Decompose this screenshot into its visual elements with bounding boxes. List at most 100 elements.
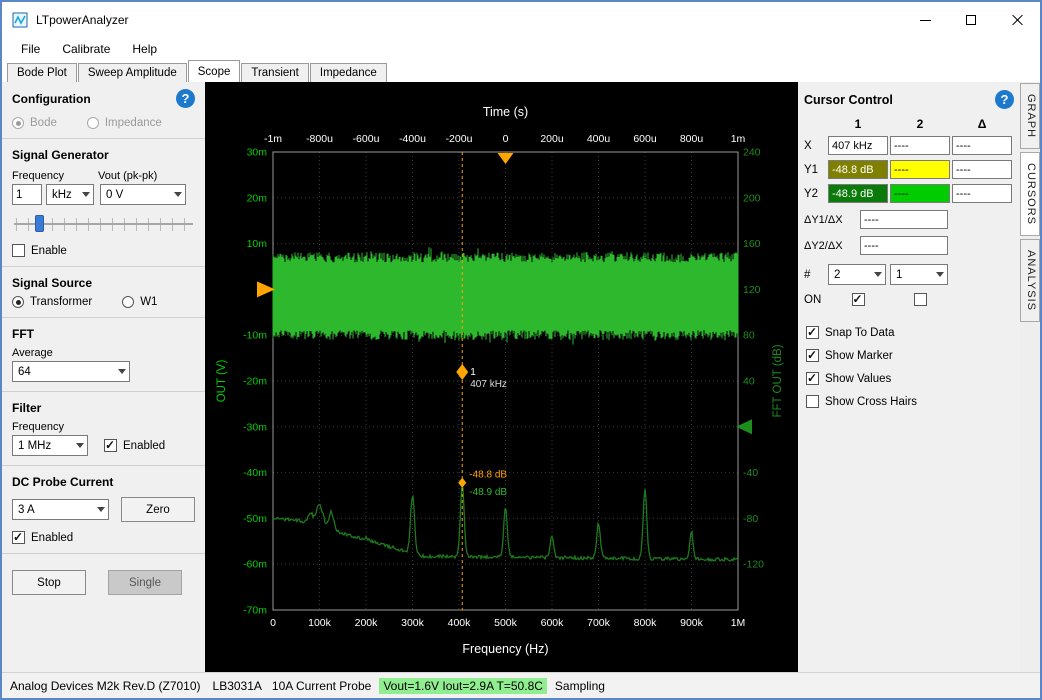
svg-text:Frequency (Hz): Frequency (Hz)	[462, 642, 548, 656]
cursor2-number-select[interactable]: 1	[890, 264, 948, 285]
configuration-panel: Configuration ? Bode Impedance Signal Ge…	[2, 82, 205, 672]
filter-heading: Filter	[12, 401, 41, 415]
menu-calibrate[interactable]: Calibrate	[51, 38, 121, 60]
x-cursor1-value: 407 kHz	[828, 136, 888, 155]
svg-text:10m: 10m	[247, 238, 268, 250]
filter-frequency-value: 1 MHz	[18, 440, 51, 452]
cursor-column-headers: 1 2 Δ	[804, 117, 1014, 131]
show-values-checkbox[interactable]: Show Values	[806, 372, 1012, 385]
run-controls: Stop Single	[2, 554, 205, 611]
filter-enabled-checkbox[interactable]: Enabled	[104, 439, 165, 452]
snap-to-data-checkbox[interactable]: Snap To Data	[806, 326, 1012, 339]
y1-peak-marker-icon[interactable]	[458, 478, 466, 488]
configuration-heading: Configuration	[12, 92, 91, 106]
frequency-axis: 0100k200k300k400k500k600k700k800k900k1MF…	[270, 617, 745, 656]
scope-plot[interactable]: Time (s)-1m-800u-600u-400u-200u0200u400u…	[205, 82, 798, 672]
cursor-number-row: # 2 1	[804, 264, 1014, 285]
help-icon[interactable]: ?	[995, 90, 1014, 109]
bode-radio[interactable]: Bode	[12, 117, 57, 129]
svg-text:500k: 500k	[494, 617, 518, 629]
cursor1-number-value: 2	[834, 269, 840, 281]
dy1-value: ----	[860, 210, 948, 229]
vout-slider[interactable]	[14, 213, 193, 235]
dc-probe-enabled-checkbox[interactable]: Enabled	[12, 531, 195, 544]
close-button[interactable]	[994, 2, 1040, 38]
svg-text:-120: -120	[743, 559, 764, 571]
cursor-control-heading: Cursor Control	[804, 93, 893, 107]
vout-select[interactable]: 0 V	[100, 184, 186, 205]
enable-label: Enable	[31, 245, 67, 257]
help-icon[interactable]: ?	[176, 89, 195, 108]
slider-thumb[interactable]	[35, 215, 44, 232]
time-axis: Time (s)-1m-800u-600u-400u-200u0200u400u…	[264, 105, 746, 145]
fft-average-select[interactable]: 64	[12, 361, 130, 382]
side-tab-analysis[interactable]: ANALYSIS	[1020, 239, 1040, 322]
enable-checkbox[interactable]: Enable	[12, 244, 195, 257]
cursor2-number-value: 1	[896, 269, 902, 281]
y1-delta-value: ----	[952, 160, 1012, 179]
minimize-button[interactable]	[902, 2, 948, 38]
dc-probe-heading: DC Probe Current	[12, 475, 113, 489]
radio-icon	[12, 296, 24, 308]
show-marker-checkbox[interactable]: Show Marker	[806, 349, 1012, 362]
window-title: LTpowerAnalyzer	[36, 13, 902, 27]
title-bar[interactable]: LTpowerAnalyzer	[2, 2, 1040, 38]
cursor-y1-row: Y1 -48.8 dB ---- ----	[804, 160, 1014, 179]
transformer-radio[interactable]: Transformer	[12, 296, 92, 308]
svg-text:200: 200	[743, 192, 761, 204]
frequency-unit-select[interactable]: kHz	[46, 184, 94, 205]
svg-text:FFT OUT (dB): FFT OUT (dB)	[772, 344, 784, 417]
tab-impedance[interactable]: Impedance	[310, 63, 387, 82]
w1-radio[interactable]: W1	[122, 296, 157, 308]
checkbox-icon	[806, 395, 819, 408]
menu-file[interactable]: File	[10, 38, 51, 60]
svg-text:80: 80	[743, 330, 755, 342]
time-waveform-trace	[273, 247, 738, 344]
dc-probe-current-select[interactable]: 3 A	[12, 499, 109, 520]
maximize-button[interactable]	[948, 2, 994, 38]
impedance-radio[interactable]: Impedance	[87, 117, 162, 129]
cursor1-number-select[interactable]: 2	[828, 264, 886, 285]
app-window: LTpowerAnalyzer FileCalibrateHelp Bode P…	[0, 0, 1042, 700]
side-tab-graph[interactable]: GRAPH	[1020, 83, 1040, 149]
svg-text:-48.8 dB: -48.8 dB	[469, 470, 507, 481]
device-status: Analog Devices M2k Rev.D (Z7010)	[10, 679, 201, 693]
svg-text:-48.9 dB: -48.9 dB	[469, 487, 507, 498]
single-button[interactable]: Single	[108, 570, 182, 595]
checkbox-icon	[104, 439, 117, 452]
svg-text:-80: -80	[743, 513, 758, 525]
menu-help[interactable]: Help	[121, 38, 168, 60]
frequency-label: Frequency	[12, 170, 98, 182]
tab-transient[interactable]: Transient	[241, 63, 309, 82]
show-cross-hairs-checkbox[interactable]: Show Cross Hairs	[806, 395, 1012, 408]
filter-frequency-select[interactable]: 1 MHz	[12, 435, 88, 456]
tab-scope[interactable]: Scope	[188, 60, 241, 82]
checkbox-label: Show Marker	[825, 350, 893, 362]
zero-button[interactable]: Zero	[121, 497, 195, 522]
trigger-time-marker-icon[interactable]	[498, 153, 514, 164]
close-icon	[1011, 14, 1023, 26]
stop-button[interactable]: Stop	[12, 570, 86, 595]
side-tab-cursors[interactable]: CURSORS	[1020, 152, 1040, 236]
cursor2-on-checkbox[interactable]	[914, 293, 927, 306]
svg-text:400u: 400u	[587, 133, 611, 145]
svg-text:0: 0	[503, 133, 509, 145]
svg-text:-50m: -50m	[243, 513, 267, 525]
svg-text:-800u: -800u	[306, 133, 333, 145]
tab-sweep-amplitude[interactable]: Sweep Amplitude	[78, 63, 187, 82]
average-label: Average	[12, 347, 195, 359]
svg-text:200k: 200k	[355, 617, 379, 629]
configuration-section: Configuration ? Bode Impedance	[2, 82, 205, 139]
chevron-down-icon	[936, 272, 944, 277]
cursor1-on-checkbox[interactable]	[852, 293, 865, 306]
transformer-radio-label: Transformer	[30, 296, 92, 308]
filter-enabled-label: Enabled	[123, 440, 165, 452]
frequency-input[interactable]	[12, 184, 42, 205]
fft-heading: FFT	[12, 327, 34, 341]
y1-cursor2-value: ----	[890, 160, 950, 179]
tab-bode-plot[interactable]: Bode Plot	[7, 63, 77, 82]
cursor1-marker-icon[interactable]	[456, 364, 468, 380]
svg-text:1: 1	[470, 367, 476, 378]
scope-chart-area[interactable]: Time (s)-1m-800u-600u-400u-200u0200u400u…	[205, 82, 798, 672]
radio-icon	[87, 117, 99, 129]
